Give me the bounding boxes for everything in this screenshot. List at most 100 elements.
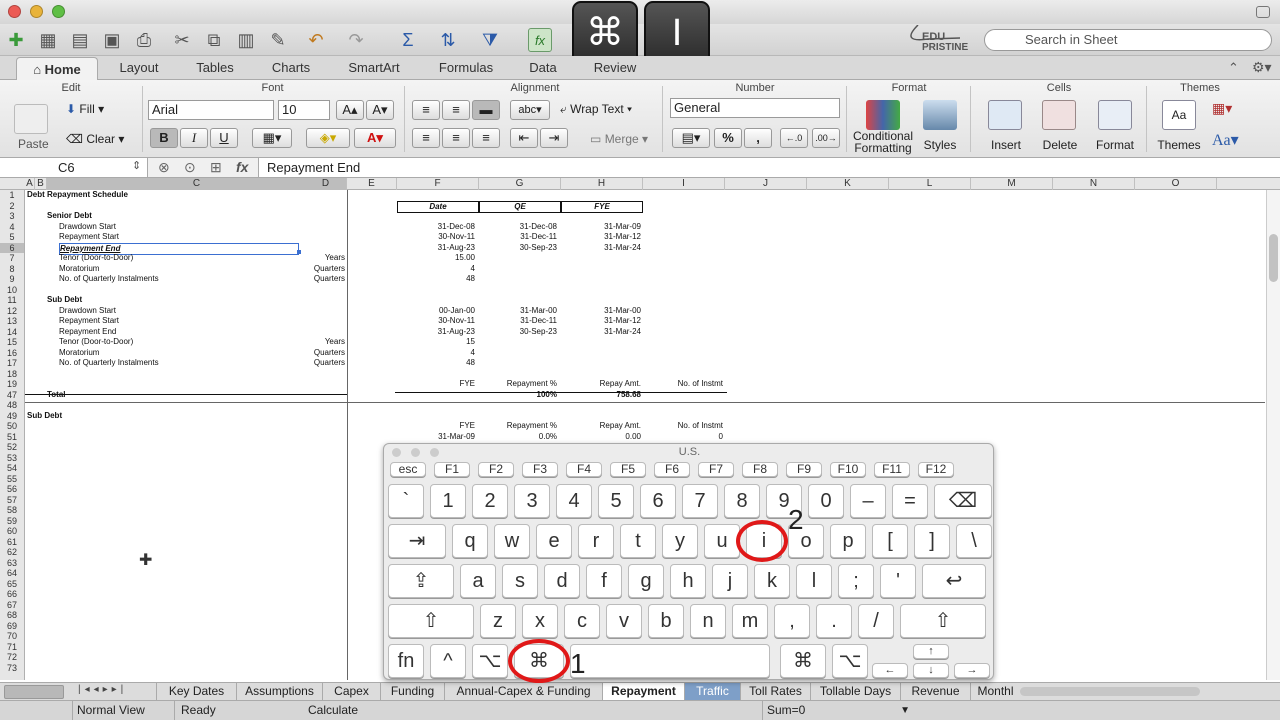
sheet-tab[interactable]: Monthl [970, 683, 1020, 700]
sub-row-label[interactable]: No. of Quarterly Instalments [59, 358, 159, 368]
senior-row-date[interactable]: 48 [397, 274, 475, 284]
row-header-68[interactable]: 68 [0, 610, 24, 621]
currency-format-button[interactable]: ▤▾ [672, 128, 710, 148]
tab-layout[interactable]: Layout [104, 56, 174, 80]
senior-row-unit[interactable]: Quarters [261, 264, 345, 274]
new-icon[interactable]: ✚ [4, 28, 28, 52]
styles-button[interactable]: Styles [918, 100, 962, 156]
text-orientation-button[interactable]: abc▾ [510, 100, 550, 120]
row-header-73[interactable]: 73 [0, 663, 24, 674]
keyboard-key[interactable]: ] [914, 524, 950, 558]
themes-button[interactable]: Aa Themes [1152, 100, 1206, 156]
tab-review[interactable]: Review [578, 56, 652, 80]
tab-smartart[interactable]: SmartArt [332, 56, 416, 80]
function-key[interactable]: F6 [654, 462, 690, 477]
row-header-53[interactable]: 53 [0, 453, 24, 464]
function-key[interactable]: F10 [830, 462, 866, 477]
sheet-tab[interactable]: Funding [380, 683, 444, 700]
function-key[interactable]: F3 [522, 462, 558, 477]
keyboard-key[interactable]: 3 [514, 484, 550, 518]
tab-home[interactable]: ⌂ Home [16, 57, 98, 81]
align-center-button[interactable]: ≡ [442, 128, 470, 148]
row-header-60[interactable]: 60 [0, 526, 24, 537]
keyboard-key[interactable]: 6 [640, 484, 676, 518]
sub-row-fye[interactable]: 31-Mar-24 [561, 327, 641, 337]
arrow-left-key[interactable]: ← [872, 663, 908, 678]
function-key[interactable]: F7 [698, 462, 734, 477]
gallery-icon[interactable]: ▦ [36, 28, 60, 52]
row-header-69[interactable]: 69 [0, 621, 24, 632]
theme-fonts-button[interactable]: Aa▾ [1212, 130, 1239, 150]
sub-row-qe[interactable]: 30-Sep-23 [479, 327, 557, 337]
increase-font-size-button[interactable]: A▴ [336, 100, 364, 120]
function-key[interactable]: F1 [434, 462, 470, 477]
sub-row-date[interactable]: 00-Jan-00 [397, 306, 475, 316]
row-header-10[interactable]: 10 [0, 285, 24, 296]
zoom-window-button[interactable] [52, 5, 65, 18]
keyboard-key[interactable]: h [670, 564, 706, 598]
keyboard-key[interactable]: – [850, 484, 886, 518]
fullscreen-icon[interactable] [1256, 6, 1270, 18]
sub-row-qe[interactable]: 31-Mar-00 [479, 306, 557, 316]
align-top-button[interactable]: ≡ [412, 100, 440, 120]
formula-builder-icon[interactable]: ⊞ [210, 159, 222, 176]
fill-button[interactable]: ⬇ Fill ▾ [66, 102, 104, 116]
font-name-select[interactable]: Arial [148, 100, 274, 120]
fill-color-button[interactable]: ◈▾ [306, 128, 350, 148]
sub-row-label[interactable]: Drawdown Start [59, 306, 116, 316]
keyboard-key[interactable]: ' [880, 564, 916, 598]
keyboard-key[interactable]: ⇧ [900, 604, 986, 638]
keyboard-key[interactable]: y [662, 524, 698, 558]
keyboard-key[interactable]: = [892, 484, 928, 518]
keyboard-key[interactable]: 5 [598, 484, 634, 518]
wrap-text-button[interactable]: ⤶ Wrap Text ▾ [560, 102, 632, 117]
italic-button[interactable]: I [180, 128, 208, 148]
name-box-dropdown-icon[interactable]: ⇕ [132, 159, 141, 172]
arrow-up-key[interactable]: ↑ [913, 644, 949, 659]
keyboard-key[interactable]: ⇪ [388, 564, 454, 598]
row-header-71[interactable]: 71 [0, 642, 24, 653]
keyboard-key[interactable]: s [502, 564, 538, 598]
column-header-b[interactable]: B [35, 178, 47, 190]
open-icon[interactable]: ▤ [68, 28, 92, 52]
borders-button[interactable]: ▦▾ [252, 128, 292, 148]
delete-cells-button[interactable]: Delete [1034, 100, 1086, 156]
keyboard-key[interactable]: v [606, 604, 642, 638]
modifier-key[interactable]: ⌥ [472, 644, 508, 678]
row-header-14[interactable]: 14 [0, 327, 24, 338]
row-header-72[interactable]: 72 [0, 652, 24, 663]
view-toggle[interactable] [4, 685, 64, 699]
sub-row-label[interactable]: Moratorium [59, 348, 99, 358]
row-header-62[interactable]: 62 [0, 547, 24, 558]
keyboard-key[interactable]: u [704, 524, 740, 558]
row-header-12[interactable]: 12 [0, 306, 24, 317]
senior-row-date[interactable]: 15.00 [397, 253, 475, 263]
row-header-54[interactable]: 54 [0, 463, 24, 474]
row-header-18[interactable]: 18 [0, 369, 24, 380]
keyboard-key[interactable]: z [480, 604, 516, 638]
function-key[interactable]: F4 [566, 462, 602, 477]
vertical-scrollbar[interactable] [1266, 190, 1280, 680]
row-header-55[interactable]: 55 [0, 474, 24, 485]
row-header-1[interactable]: 1 [0, 190, 24, 201]
keyboard-key[interactable]: f [586, 564, 622, 598]
keyboard-key[interactable]: k [754, 564, 790, 598]
row-header-2[interactable]: 2 [0, 201, 24, 212]
sheet-tab[interactable]: Assumptions [236, 683, 322, 700]
row-header-59[interactable]: 59 [0, 516, 24, 527]
keyboard-key[interactable]: e [536, 524, 572, 558]
sort-icon[interactable]: ⇅ [436, 28, 460, 52]
column-header-a[interactable]: A [25, 178, 35, 190]
column-header-c[interactable]: C [47, 178, 347, 190]
ribbon-settings-icon[interactable]: ⚙▾ [1252, 59, 1272, 76]
sheet-tab[interactable]: Repayment [602, 683, 684, 700]
senior-row-unit[interactable]: Years [261, 253, 345, 263]
keyboard-key[interactable]: ⌫ [934, 484, 992, 518]
row-header-58[interactable]: 58 [0, 505, 24, 516]
decrease-decimal-button[interactable]: .00→ [812, 128, 840, 148]
sub-row-date[interactable]: 48 [397, 358, 475, 368]
sub-row-label[interactable]: Repayment End [59, 327, 116, 337]
keyboard-key[interactable]: b [648, 604, 684, 638]
sub-row-unit[interactable]: Quarters [261, 358, 345, 368]
row-header-9[interactable]: 9 [0, 274, 24, 285]
